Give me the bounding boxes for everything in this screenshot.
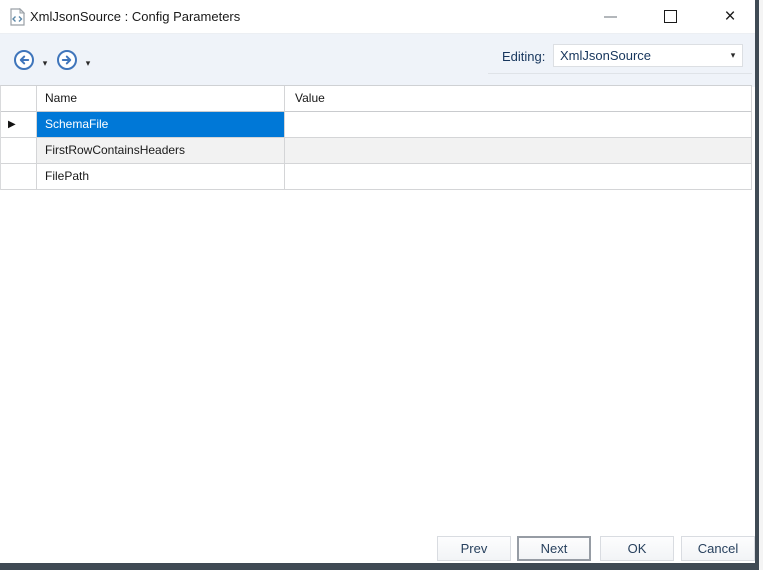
- forward-button[interactable]: [55, 50, 79, 74]
- maximize-button[interactable]: [647, 0, 693, 33]
- window-right-strip: [759, 0, 763, 570]
- row-header-cell[interactable]: [1, 138, 37, 164]
- row-header-cell[interactable]: [1, 164, 37, 190]
- config-parameters-grid: Name Value ▶ SchemaFile FirstRowContains…: [0, 85, 752, 190]
- xml-file-icon: [9, 8, 26, 31]
- next-button[interactable]: Next: [517, 536, 591, 561]
- param-value-cell[interactable]: [285, 112, 752, 138]
- chevron-down-icon: ▾: [86, 59, 91, 68]
- table-row: FilePath: [1, 164, 752, 190]
- row-pointer-icon: ▶: [8, 120, 16, 130]
- window-bottom-border: [0, 563, 759, 570]
- name-column-header[interactable]: Name: [37, 86, 285, 112]
- grid-header-row: Name Value: [1, 86, 752, 112]
- chevron-down-icon: ▾: [724, 51, 742, 60]
- window-title: XmlJsonSource : Config Parameters: [30, 0, 240, 33]
- forward-circle-arrow-icon: [56, 49, 78, 76]
- ok-button[interactable]: OK: [600, 536, 674, 561]
- maximize-icon: [664, 10, 677, 23]
- row-header-corner: [1, 86, 37, 112]
- toolbar-separator: [488, 73, 752, 74]
- back-dropdown-button[interactable]: ▾: [38, 56, 52, 70]
- minimize-icon: [604, 16, 617, 18]
- table-row: ▶ SchemaFile: [1, 112, 752, 138]
- param-name-cell[interactable]: FirstRowContainsHeaders: [37, 138, 285, 164]
- param-value-cell[interactable]: [285, 138, 752, 164]
- param-name-cell[interactable]: SchemaFile: [37, 112, 285, 138]
- value-column-header[interactable]: Value: [285, 86, 752, 112]
- forward-dropdown-button[interactable]: ▾: [81, 56, 95, 70]
- back-button[interactable]: [12, 50, 36, 74]
- back-circle-arrow-icon: [13, 49, 35, 76]
- table-row: FirstRowContainsHeaders: [1, 138, 752, 164]
- param-name-cell[interactable]: FilePath: [37, 164, 285, 190]
- editing-combobox[interactable]: XmlJsonSource ▾: [553, 44, 743, 67]
- param-value-cell[interactable]: [285, 164, 752, 190]
- cancel-button[interactable]: Cancel: [681, 536, 755, 561]
- row-header-cell[interactable]: ▶: [1, 112, 37, 138]
- minimize-button[interactable]: [587, 0, 633, 33]
- editing-combobox-value: XmlJsonSource: [554, 48, 724, 63]
- close-button[interactable]: ×: [707, 0, 753, 33]
- title-bar: XmlJsonSource : Config Parameters ×: [0, 0, 755, 33]
- prev-button[interactable]: Prev: [437, 536, 511, 561]
- chevron-down-icon: ▾: [43, 59, 48, 68]
- close-icon: ×: [724, 7, 735, 26]
- editing-label: Editing:: [502, 46, 545, 68]
